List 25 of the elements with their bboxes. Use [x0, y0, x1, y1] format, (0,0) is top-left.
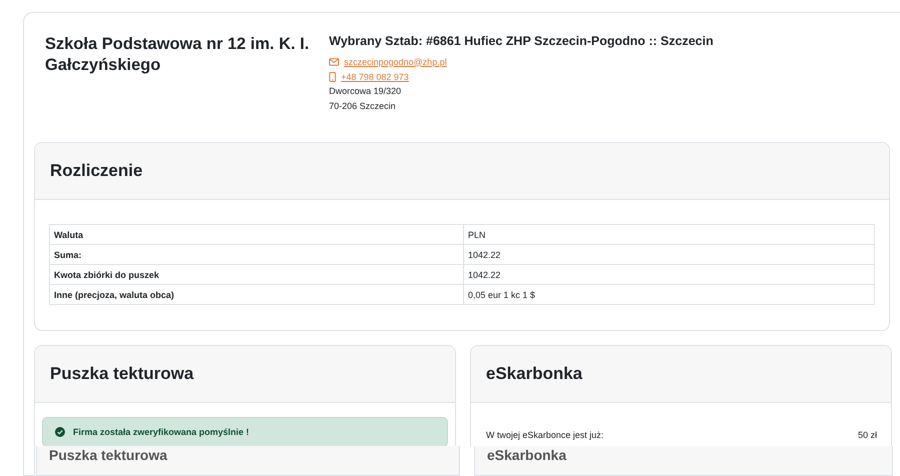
envelope-icon — [329, 58, 339, 66]
table-cell: 0,05 eur 1 kc 1 $ — [464, 284, 874, 304]
balance-label: W twojej eSkarbonce jest już: — [486, 430, 604, 440]
address-line: 70-206 Szczecin — [329, 100, 397, 113]
table-cell: PLN — [464, 224, 874, 244]
card-title: Puszka tekturowa — [50, 364, 194, 384]
row-label: Kwota zbiórki do puszek — [50, 264, 464, 284]
table-cell: 1042.22 — [464, 264, 874, 284]
school-name: Szkoła Podstawowa nr 12 im. K. I. Gałczyńskiego — [45, 34, 310, 76]
row-label: Inne (precjoza, waluta obca) — [50, 284, 464, 304]
phone-icon — [329, 72, 336, 82]
alert-message: Firma została zweryfikowana pomyślnie ! — [73, 427, 250, 437]
card-title: eSkarbonka — [487, 447, 566, 463]
check-circle-icon — [55, 427, 65, 437]
panel-title: Rozliczenie — [50, 161, 143, 181]
row-label: Waluta — [50, 224, 464, 244]
email-link[interactable]: szczecinpogodno@zhp.pl — [344, 56, 447, 66]
address-line: Dworcowa 19/320 — [329, 85, 402, 98]
row-label: Suma: — [50, 244, 464, 264]
table-cell: 1042.22 — [464, 244, 874, 264]
phone-link[interactable]: +48 798 082 973 — [341, 72, 409, 82]
balance-value: 50 zł — [858, 430, 877, 440]
card-title: eSkarbonka — [486, 364, 582, 384]
card-title: Puszka tekturowa — [49, 447, 168, 463]
unit-title: Wybrany Sztab: #6861 Hufiec ZHP Szczecin-Pogodno :: Szczecin — [329, 34, 714, 48]
